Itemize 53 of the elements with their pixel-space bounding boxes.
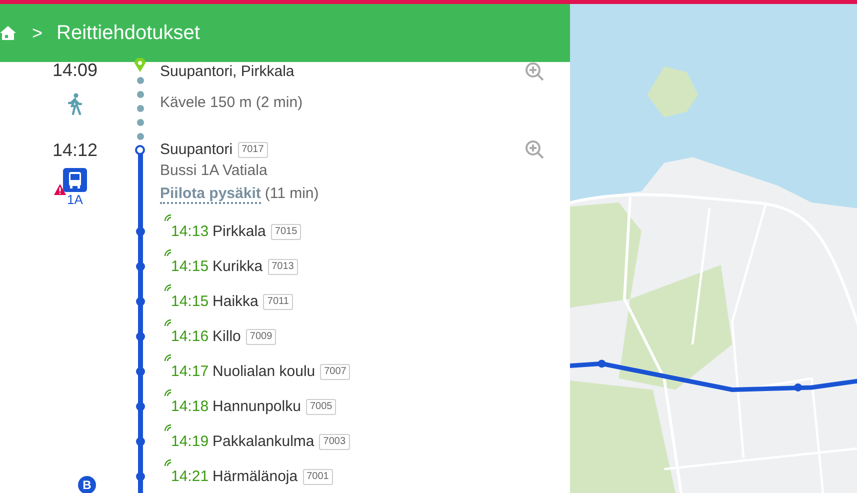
realtime-icon	[164, 214, 171, 221]
route-number: 1A	[67, 192, 83, 207]
stop-name: Pakkalankulma	[212, 433, 314, 450]
home-icon[interactable]	[0, 25, 16, 41]
departure-time: 14:09	[51, 60, 98, 82]
page-title: Reittiehdotukset	[56, 22, 200, 44]
stop-name: Pirkkala	[212, 223, 266, 240]
stop-time: 14:21	[171, 468, 209, 485]
realtime-icon	[164, 354, 171, 361]
realtime-icon	[164, 459, 171, 466]
stop-time: 14:19	[171, 433, 209, 450]
stop-name: Haikka	[212, 293, 258, 310]
stop-time: 14:18	[171, 398, 209, 415]
stop-name: Nuolialan koulu	[212, 363, 316, 380]
breadcrumb-separator: >	[32, 22, 43, 44]
departure-time: 14:12	[51, 140, 98, 160]
zoom-in-icon[interactable]	[525, 62, 545, 82]
realtime-icon	[164, 424, 171, 431]
stop-code: 7013	[268, 258, 298, 274]
stop-code: 7009	[246, 328, 276, 344]
location-pin-icon	[134, 58, 146, 72]
realtime-icon	[164, 284, 171, 291]
stop-code: 7007	[320, 364, 350, 380]
stop-name: Härmälänoja	[212, 468, 298, 485]
realtime-icon	[164, 249, 171, 256]
stop-code: 7011	[263, 294, 293, 310]
stop-code: 7003	[319, 434, 350, 450]
stop-time: 14:15	[171, 258, 209, 275]
stop-code: 7005	[306, 398, 336, 414]
stop-time: 14:15	[171, 293, 209, 310]
stop-name: Kurikka	[212, 258, 263, 275]
destination-marker: B	[78, 476, 96, 493]
hide-stops-link[interactable]: Piilota pysäkit	[160, 185, 261, 204]
stop-time: 14:17	[171, 363, 209, 380]
stop-code: 7017	[238, 142, 268, 158]
stop-name: Suupantori	[160, 141, 233, 158]
start-stop-dot	[135, 145, 145, 155]
stop-code: 7015	[270, 224, 302, 240]
stop-name: Suupantori, Pirkkala	[160, 62, 296, 82]
realtime-icon	[164, 319, 171, 326]
stop-code: 7001	[302, 468, 333, 484]
bus-icon	[63, 168, 87, 192]
realtime-icon	[164, 389, 171, 396]
stop-time: 14:13	[171, 223, 209, 240]
stop-name: Hannunpolku	[212, 398, 301, 415]
stop-time: 14:16	[171, 328, 209, 345]
stop-name: Killo	[212, 328, 241, 345]
walk-path-dots	[136, 77, 144, 140]
bus-description: Bussi 1A Vatiala	[160, 161, 268, 181]
zoom-in-icon[interactable]	[525, 140, 545, 160]
walk-description: Kävele 150 m (2 min)	[160, 93, 304, 113]
ride-duration: (11 min)	[264, 185, 319, 202]
walking-person-icon	[68, 93, 82, 115]
